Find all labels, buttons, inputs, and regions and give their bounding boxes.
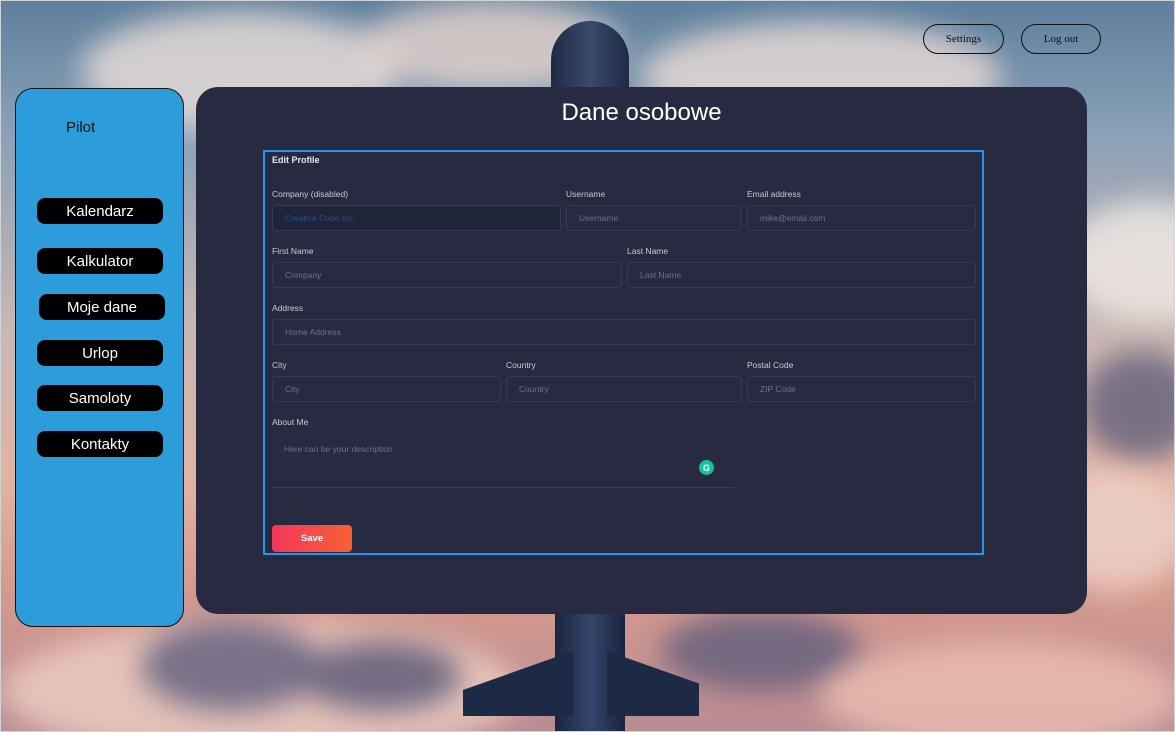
sidebar-item-samoloty[interactable]: Samoloty xyxy=(37,385,163,411)
cloud xyxy=(141,621,321,711)
form-title: Edit Profile xyxy=(272,155,320,165)
edit-profile-form: Edit Profile Company (disabled) Creative… xyxy=(263,150,984,555)
address-label: Address xyxy=(272,303,304,313)
logout-button[interactable]: Log out xyxy=(1021,24,1101,54)
sidebar: Pilot Kalendarz Kalkulator Moje dane Url… xyxy=(15,88,184,627)
sidebar-item-moje-dane[interactable]: Moje dane xyxy=(39,294,165,320)
sidebar-item-kalendarz[interactable]: Kalendarz xyxy=(37,198,163,224)
save-button[interactable]: Save xyxy=(272,525,352,552)
grammarly-icon[interactable]: G xyxy=(699,460,714,475)
country-label: Country xyxy=(506,360,536,370)
cloud xyxy=(1081,351,1174,461)
last-name-label: Last Name xyxy=(627,246,669,256)
country-input[interactable]: Country xyxy=(506,376,742,402)
main-panel: Dane osobowe Edit Profile Company (disab… xyxy=(196,87,1087,614)
page-title: Dane osobowe xyxy=(561,99,722,126)
last-name-input[interactable]: Last Name xyxy=(627,262,976,288)
first-name-input[interactable]: Company xyxy=(272,262,622,288)
sidebar-item-urlop[interactable]: Urlop xyxy=(37,340,163,366)
sidebar-item-kalkulator[interactable]: Kalkulator xyxy=(37,248,163,274)
sidebar-item-kontakty[interactable]: Kontakty xyxy=(37,431,163,457)
email-input[interactable]: mike@email.com xyxy=(747,205,976,231)
city-input[interactable]: City xyxy=(272,376,501,402)
about-me-label: About Me xyxy=(272,417,309,427)
username-input[interactable]: Username xyxy=(566,205,741,231)
postal-code-input[interactable]: ZIP Code xyxy=(747,376,976,402)
address-input[interactable]: Home Address xyxy=(272,319,976,345)
email-label: Email address xyxy=(747,189,801,199)
first-name-label: First Name xyxy=(272,246,314,256)
cloud xyxy=(821,641,1174,731)
company-field: Creative Code Inc. xyxy=(272,205,561,231)
company-label: Company (disabled) xyxy=(272,189,349,199)
username-label: Username xyxy=(566,189,606,199)
about-me-textarea[interactable]: Here can be your description xyxy=(272,436,734,488)
settings-button[interactable]: Settings xyxy=(923,24,1004,54)
cloud xyxy=(301,641,461,711)
city-label: City xyxy=(272,360,287,370)
user-role: Pilot xyxy=(66,119,96,136)
postal-code-label: Postal Code xyxy=(747,360,794,370)
